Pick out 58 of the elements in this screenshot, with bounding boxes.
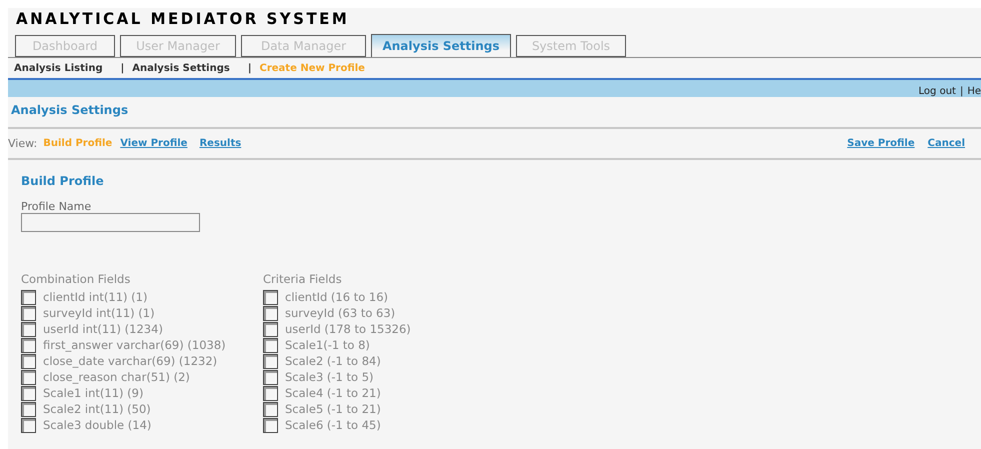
subnav-link[interactable]: Analysis Listing	[14, 62, 103, 74]
app-title: ANALYTICAL MEDIATOR SYSTEM	[15, 8, 350, 30]
section-title: Build Profile	[21, 174, 105, 190]
column-title: Criteria Fields	[263, 272, 343, 288]
field-label: Scale6 (-1 to 45)	[285, 418, 381, 432]
action-link[interactable]: Cancel	[928, 138, 965, 149]
view-link[interactable]: Results	[199, 138, 242, 149]
field-label: Scale3 double (14)	[43, 418, 152, 432]
field-label: Profile Name	[21, 200, 92, 213]
checkbox[interactable]	[21, 370, 36, 384]
field-label: Scale3 (-1 to 5)	[285, 370, 374, 384]
action-link[interactable]: Save Profile	[847, 138, 915, 149]
field-label: close_reason char(51) (2)	[43, 370, 190, 384]
checkbox[interactable]	[263, 386, 278, 400]
subnav-link[interactable]: Analysis Settings	[132, 62, 230, 74]
field-label: userId int(11) (1234)	[43, 322, 163, 336]
field-label: surveyId int(11) (1)	[43, 306, 155, 320]
checkbox[interactable]	[21, 322, 36, 336]
subnav-link[interactable]: Create New Profile	[260, 62, 365, 74]
field-label: Scale1 int(11) (9)	[43, 386, 144, 400]
top-link[interactable]: Log out	[918, 86, 956, 97]
checkbox[interactable]	[21, 418, 36, 432]
field-label: first_answer varchar(69) (1038)	[43, 338, 226, 352]
checkbox[interactable]	[263, 306, 278, 320]
top-link[interactable]: He	[967, 86, 981, 97]
checkbox[interactable]	[263, 402, 278, 416]
profile-name-field[interactable]	[21, 213, 200, 232]
checkbox[interactable]	[263, 370, 278, 384]
checkbox[interactable]	[263, 338, 278, 352]
checkbox[interactable]	[263, 418, 278, 432]
separator: |	[120, 62, 124, 74]
field-label: Scale2 int(11) (50)	[43, 402, 151, 416]
checkbox[interactable]	[21, 386, 36, 400]
column-title: Combination Fields	[21, 272, 132, 288]
field-label: clientId int(11) (1)	[43, 290, 148, 304]
checkbox[interactable]	[263, 322, 278, 336]
field-label: userId (178 to 15326)	[285, 322, 411, 336]
checkbox[interactable]	[263, 354, 278, 368]
field-label: Scale2 (-1 to 84)	[285, 354, 381, 368]
view-label: View:	[8, 137, 38, 150]
checkbox[interactable]	[21, 354, 36, 368]
separator: |	[960, 86, 964, 97]
separator: |	[248, 62, 252, 74]
view-link[interactable]: View Profile	[120, 138, 188, 149]
checkbox[interactable]	[21, 306, 36, 320]
field-label: clientId (16 to 16)	[285, 290, 388, 304]
field-label: surveyId (63 to 63)	[285, 306, 396, 320]
field-label: close_date varchar(69) (1232)	[43, 354, 218, 368]
checkbox[interactable]	[21, 402, 36, 416]
checkbox[interactable]	[263, 290, 278, 304]
nav-tab[interactable]: Analysis Settings	[371, 34, 511, 57]
checkbox[interactable]	[21, 290, 36, 304]
field-label: Scale1(-1 to 8)	[285, 338, 370, 352]
view-link[interactable]: Build Profile	[43, 138, 112, 149]
field-label: Scale5 (-1 to 21)	[285, 402, 381, 416]
field-label: Scale4 (-1 to 21)	[285, 386, 381, 400]
page-title: Analysis Settings	[10, 102, 130, 119]
checkbox[interactable]	[21, 338, 36, 352]
